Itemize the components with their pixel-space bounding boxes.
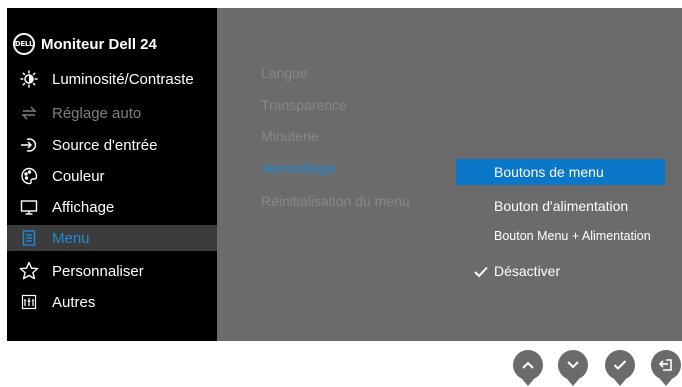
option-label: Bouton d'alimentation xyxy=(494,198,629,214)
sidebar-item-display[interactable]: Affichage xyxy=(7,194,217,220)
sidebar-item-auto-adjust[interactable]: Réglage auto xyxy=(7,100,217,126)
sidebar-item-label: Luminosité/Contraste xyxy=(52,70,194,88)
submenu-item-transparency[interactable]: Transparence xyxy=(261,97,347,113)
sidebar-item-label: Affichage xyxy=(52,198,115,216)
checkmark-icon xyxy=(613,359,627,371)
menu-icon xyxy=(19,228,39,248)
osd-menu: DELL Moniteur Dell 24 Luminosité/Contras… xyxy=(7,8,682,341)
submenu-item-language[interactable]: Langue xyxy=(261,65,308,81)
brightness-icon xyxy=(19,69,39,89)
sidebar-item-label: Couleur xyxy=(52,167,105,185)
monitor-title: Moniteur Dell 24 xyxy=(41,35,157,53)
sidebar-item-personalize[interactable]: Personnaliser xyxy=(7,258,217,284)
display-icon xyxy=(19,197,39,217)
sidebar-item-others[interactable]: Autres xyxy=(7,289,217,315)
submenu-item-timer[interactable]: Minuterie xyxy=(261,128,319,144)
sidebar-item-brightness-contrast[interactable]: Luminosité/Contraste xyxy=(7,66,217,92)
down-button[interactable] xyxy=(558,350,588,386)
color-icon xyxy=(19,166,39,186)
sidebar-item-label: Autres xyxy=(52,293,96,311)
sidebar-item-label: Menu xyxy=(52,229,90,247)
back-arrow-icon xyxy=(658,357,674,373)
sidebar-item-label: Source d'entrée xyxy=(52,136,158,154)
chevron-up-icon xyxy=(521,360,535,370)
submenu-item-menu-reset[interactable]: Réinitialisation du menu xyxy=(261,193,410,209)
chevron-down-icon xyxy=(566,360,580,370)
up-button[interactable] xyxy=(513,350,543,386)
checkmark-icon xyxy=(474,265,488,281)
sidebar-item-color[interactable]: Couleur xyxy=(7,163,217,189)
others-icon xyxy=(19,292,39,312)
input-source-icon xyxy=(19,135,39,155)
option-label: Boutons de menu xyxy=(494,164,604,180)
option-menu-buttons[interactable]: Boutons de menu xyxy=(456,159,665,185)
option-disable[interactable]: Désactiver xyxy=(456,258,682,284)
option-power-button[interactable]: Bouton d'alimentation xyxy=(456,193,682,219)
sidebar: DELL Moniteur Dell 24 Luminosité/Contras… xyxy=(7,8,217,341)
sidebar-item-menu[interactable]: Menu xyxy=(7,225,217,251)
option-label: Désactiver xyxy=(494,263,561,279)
header: DELL Moniteur Dell 24 xyxy=(13,32,157,56)
auto-adjust-icon xyxy=(19,103,39,123)
menu-panel: Langue Transparence Minuterie Verrouilla… xyxy=(217,8,682,341)
ok-button[interactable] xyxy=(605,350,635,386)
sidebar-item-input-source[interactable]: Source d'entrée xyxy=(7,132,217,158)
submenu-item-lock[interactable]: Verrouillage xyxy=(261,160,335,176)
sidebar-item-label: Réglage auto xyxy=(52,104,142,122)
star-icon xyxy=(19,261,39,281)
dell-logo: DELL xyxy=(13,33,35,55)
back-button[interactable] xyxy=(651,350,681,386)
sidebar-item-label: Personnaliser xyxy=(52,262,144,280)
option-menu-power-buttons[interactable]: Bouton Menu + Alimentation xyxy=(456,223,682,249)
option-label: Bouton Menu + Alimentation xyxy=(494,229,651,243)
